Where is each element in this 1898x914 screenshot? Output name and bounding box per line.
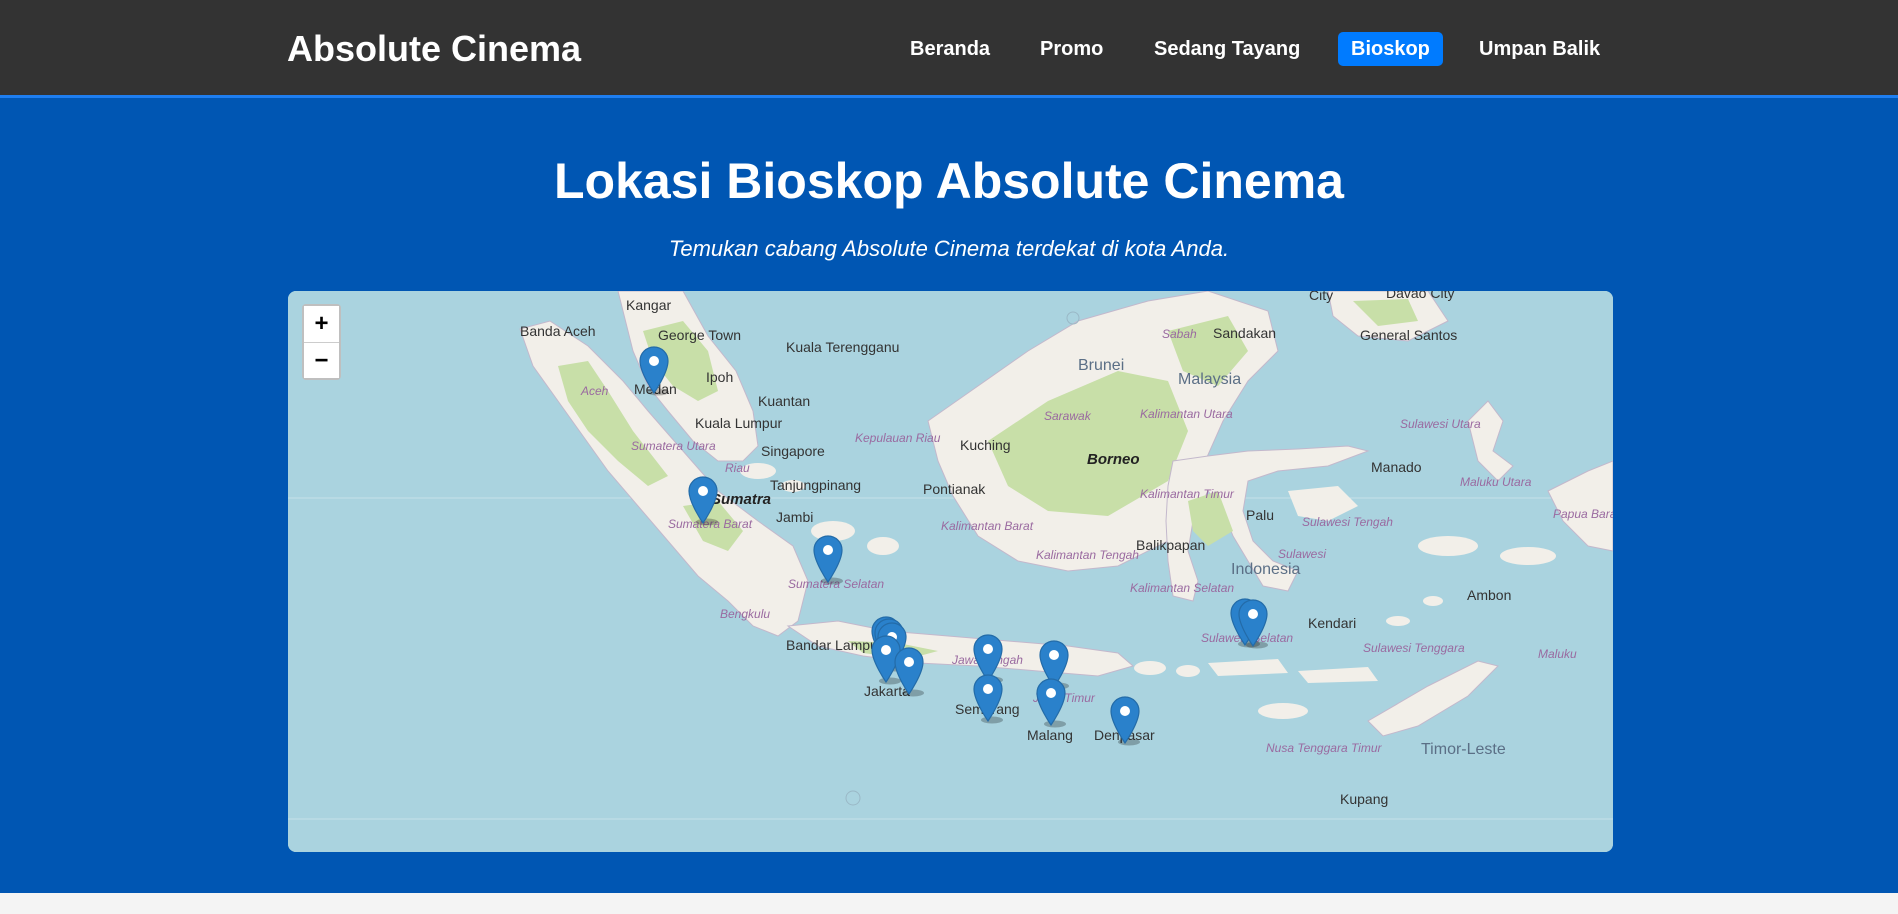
map-pin-icon: [894, 647, 924, 697]
map-pin-icon: [688, 476, 718, 526]
label-city: City: [1309, 291, 1334, 303]
cinema-marker-malang[interactable]: [1035, 677, 1067, 728]
cinema-marker-denpasar[interactable]: [1109, 695, 1141, 746]
label-pontianak: Pontianak: [923, 481, 986, 497]
cinema-marker-palembang[interactable]: [812, 534, 844, 585]
nav-umpan-balik[interactable]: Umpan Balik: [1466, 32, 1613, 66]
label-general-santos: General Santos: [1360, 327, 1458, 343]
map-pin-icon: [813, 535, 843, 585]
label-kalimantan-barat: Kalimantan Barat: [941, 519, 1034, 533]
label-bengkulu: Bengkulu: [720, 607, 771, 621]
page-subtitle: Temukan cabang Absolute Cinema terdekat …: [668, 236, 1230, 261]
cinema-marker-padang[interactable]: [687, 475, 719, 526]
nav-bioskop[interactable]: Bioskop: [1338, 32, 1443, 66]
label-kalimantan-tengah: Kalimantan Tengah: [1036, 548, 1139, 562]
label-kuching: Kuching: [960, 437, 1011, 453]
cinema-map[interactable]: Banda Aceh Kangar George Town Kuala Tere…: [288, 291, 1613, 852]
map-pin-icon: [973, 674, 1003, 724]
page-title: Lokasi Bioskop Absolute Cinema: [554, 153, 1344, 209]
zoom-in-button[interactable]: +: [304, 306, 339, 342]
label-davao-city: Davao City: [1386, 291, 1455, 301]
nav-beranda[interactable]: Beranda: [897, 32, 1003, 66]
nav-sedang-tayang[interactable]: Sedang Tayang: [1141, 32, 1313, 66]
label-sabah: Sabah: [1162, 327, 1197, 341]
label-singapore: Singapore: [761, 443, 825, 459]
label-aceh: Aceh: [581, 384, 609, 398]
map-pin-icon: [1036, 678, 1066, 728]
zoom-out-button[interactable]: −: [304, 342, 339, 378]
label-sulawesi-utara: Sulawesi Utara: [1400, 417, 1481, 431]
label-sulawesi-tenggara: Sulawesi Tenggara: [1363, 641, 1465, 655]
map-pin-icon: [639, 346, 669, 396]
label-sulawesi-tengah: Sulawesi Tengah: [1302, 515, 1393, 529]
label-ambon: Ambon: [1467, 587, 1512, 603]
label-manado: Manado: [1371, 459, 1422, 475]
label-kuantan: Kuantan: [758, 393, 811, 409]
cinema-marker-medan[interactable]: [638, 345, 670, 396]
cinema-marker-semarang-2[interactable]: [972, 673, 1004, 724]
label-sumatra: Sumatra: [711, 491, 772, 508]
label-nusa-tenggara-timur: Nusa Tenggara Timur: [1266, 741, 1382, 755]
label-indonesia: Indonesia: [1231, 561, 1301, 578]
label-kalimantan-utara: Kalimantan Utara: [1140, 407, 1233, 421]
label-kupang: Kupang: [1340, 791, 1389, 807]
label-papua-barat-daya: Papua Barat Daya: [1553, 507, 1613, 521]
label-kangar: Kangar: [626, 297, 672, 313]
label-kalimantan-timur: Kalimantan Timur: [1140, 487, 1234, 501]
footer-strip: [0, 893, 1898, 914]
label-timor-leste: Timor-Leste: [1421, 741, 1506, 758]
label-palu: Palu: [1246, 507, 1275, 523]
site-header: Absolute Cinema Beranda Promo Sedang Tay…: [0, 0, 1898, 98]
cinema-marker-makassar-2[interactable]: [1237, 598, 1269, 649]
label-sarawak: Sarawak: [1044, 409, 1091, 423]
label-sulawesi: Sulawesi: [1278, 547, 1327, 561]
label-tanjungpinang: Tanjungpinang: [770, 477, 862, 493]
zoom-control: + −: [302, 304, 341, 380]
map-base-layer: [288, 291, 1613, 852]
map-pin-icon: [1110, 696, 1140, 746]
label-malaysia: Malaysia: [1178, 371, 1242, 388]
label-george-town: George Town: [658, 327, 742, 343]
label-malang: Malang: [1027, 727, 1073, 743]
label-ipoh: Ipoh: [706, 369, 734, 385]
cinema-marker-bandung[interactable]: [893, 646, 925, 697]
label-kendari: Kendari: [1308, 615, 1357, 631]
label-sandakan: Sandakan: [1213, 325, 1277, 341]
nav-promo[interactable]: Promo: [1027, 32, 1116, 66]
label-jambi: Jambi: [776, 509, 814, 525]
label-kalimantan-selatan: Kalimantan Selatan: [1130, 581, 1235, 595]
label-maluku: Maluku: [1538, 647, 1577, 661]
label-sumatera-utara: Sumatera Utara: [631, 439, 716, 453]
label-banda-aceh: Banda Aceh: [520, 323, 596, 339]
label-brunei: Brunei: [1078, 357, 1125, 374]
label-kuala-terengganu: Kuala Terengganu: [786, 339, 900, 355]
label-borneo: Borneo: [1087, 451, 1140, 468]
label-riau: Riau: [725, 461, 750, 475]
label-balikpapan: Balikpapan: [1136, 537, 1206, 553]
map-pin-icon: [1238, 599, 1268, 649]
label-maluku-utara: Maluku Utara: [1460, 475, 1532, 489]
label-kepulauan-riau: Kepulauan Riau: [855, 431, 941, 445]
label-kuala-lumpur: Kuala Lumpur: [695, 415, 783, 431]
brand-logo[interactable]: Absolute Cinema: [287, 28, 581, 70]
